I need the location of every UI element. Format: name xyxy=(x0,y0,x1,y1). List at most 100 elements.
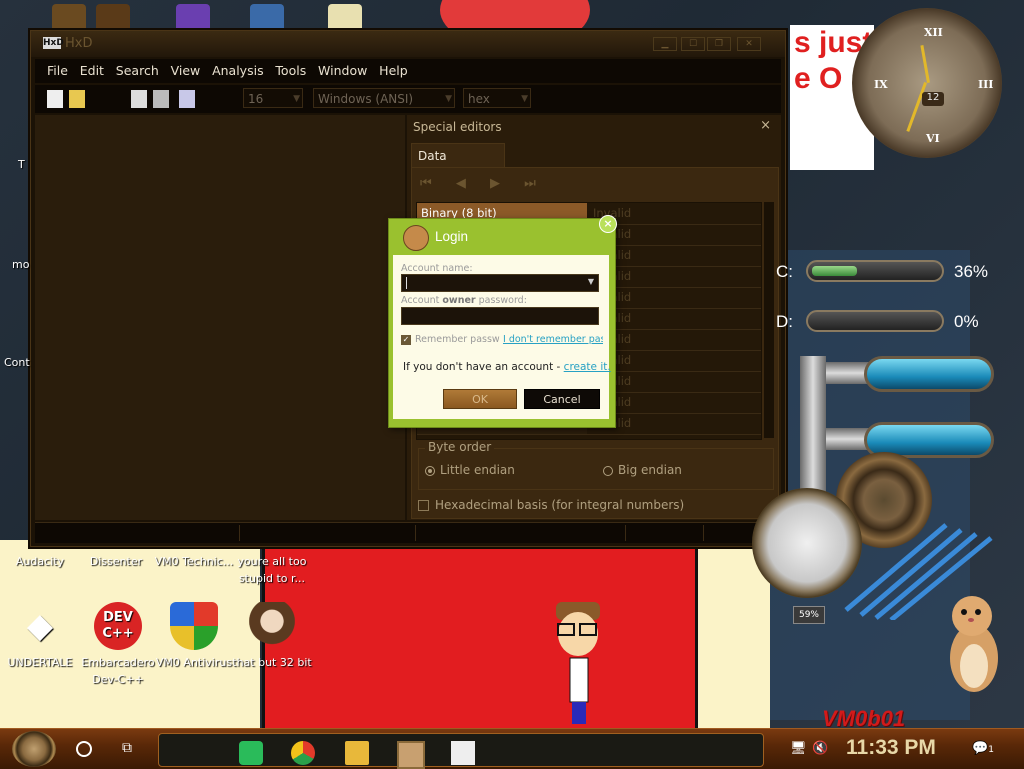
forgot-password-link[interactable]: I don't remember pas xyxy=(503,334,603,345)
account-name-label: Account name: xyxy=(401,263,473,274)
password-label-bold: owner xyxy=(442,295,476,306)
desktop-icon-vm0-antivirus[interactable]: VM0 Antivirus xyxy=(154,602,234,671)
cancel-button[interactable]: Cancel xyxy=(524,389,600,409)
copy-icon[interactable] xyxy=(131,90,147,108)
close-icon[interactable]: × xyxy=(760,118,771,133)
folder-icon[interactable] xyxy=(345,741,369,765)
chevron-down-icon[interactable]: ▼ xyxy=(588,277,594,286)
offset-base-select[interactable]: hex ▼ xyxy=(463,88,531,108)
login-form: Account name: ▼ Account owner password: … xyxy=(393,255,611,419)
menu-view[interactable]: View xyxy=(167,59,205,78)
minimize-button[interactable]: ▁ xyxy=(653,37,677,51)
clock-minute-hand xyxy=(906,81,927,132)
ok-button[interactable]: OK xyxy=(443,389,517,409)
little-endian-radio[interactable]: Little endian xyxy=(425,463,515,477)
drive-c-percent: 36% xyxy=(954,262,989,281)
navigation-buttons[interactable]: ⏮ ◀ ▶ ⏭ xyxy=(420,176,546,194)
taskbar-clock[interactable]: 11:33 PM xyxy=(846,736,936,760)
taskbar-apps xyxy=(158,733,764,769)
desktop-icon-dissenter[interactable]: Dissenter xyxy=(76,553,156,570)
clock-numeral: IX xyxy=(874,78,888,91)
notification-count: 1 xyxy=(988,745,994,755)
hamster-icon xyxy=(403,225,429,251)
desktop-icon-youre-all-too-stupid[interactable]: youre all too stupid to r... xyxy=(232,553,312,587)
restore-button[interactable]: ❐ xyxy=(707,37,731,51)
toolbar: 16 ▼ Windows (ANSI) ▼ hex ▼ xyxy=(35,85,781,113)
start-button[interactable] xyxy=(12,731,56,767)
top-desktop-icon-clock[interactable] xyxy=(52,4,86,32)
remember-label: Remember passw xyxy=(415,334,500,345)
status-bar xyxy=(35,522,781,543)
hxd-taskbar-icon[interactable] xyxy=(451,741,475,765)
title-bar[interactable]: HxD HxD ▁ ☐ ❐ ✕ xyxy=(31,31,785,57)
menu-bar: File Edit Search View Analysis Tools Win… xyxy=(35,59,781,83)
radio-icon xyxy=(603,465,613,476)
checkbox-icon xyxy=(418,500,429,511)
menu-tools[interactable]: Tools xyxy=(271,59,310,78)
drive-c-fill xyxy=(812,266,857,276)
password-label: Account owner password: xyxy=(401,295,527,306)
hamster-app-icon[interactable] xyxy=(397,741,425,769)
chrome-icon[interactable] xyxy=(291,741,315,765)
radio-selected-icon xyxy=(425,465,435,476)
menu-search[interactable]: Search xyxy=(112,59,163,78)
cartoon-character xyxy=(556,602,600,724)
hex-basis-checkbox[interactable]: Hexadecimal basis (for integral numbers) xyxy=(418,498,684,512)
status-separator xyxy=(703,525,704,541)
disk-icon[interactable] xyxy=(153,90,169,108)
password-label-pre: Account xyxy=(401,295,443,306)
menu-help[interactable]: Help xyxy=(375,59,412,78)
drive-c-gauge xyxy=(806,260,944,282)
close-button[interactable]: ✕ xyxy=(737,37,761,51)
top-desktop-icon-visual-studio[interactable] xyxy=(176,4,210,32)
top-desktop-icon-gear[interactable] xyxy=(96,4,130,32)
desktop-icon-undertale[interactable]: ◆ UNDERTALE xyxy=(0,602,80,671)
desktop-icon-audacity[interactable]: Audacity xyxy=(0,553,80,570)
data-inspector-scrollbar[interactable] xyxy=(764,202,774,438)
notes-app-icon[interactable] xyxy=(239,741,263,765)
login-dialog: Login × Account name: ▼ Account owner pa… xyxy=(388,215,617,428)
maximize-button[interactable]: ☐ xyxy=(681,37,705,51)
account-name-field[interactable]: ▼ xyxy=(401,274,599,292)
clock-numeral: III xyxy=(978,78,994,91)
desktop-icon-vm0-technic[interactable]: VM0 Technic... xyxy=(154,553,234,570)
desktop-icon-dev-cpp[interactable]: DEV C++ Embarcadero Dev-C++ xyxy=(78,602,158,688)
new-file-icon[interactable] xyxy=(47,90,63,108)
menu-file[interactable]: File xyxy=(43,59,72,78)
status-separator xyxy=(239,525,240,541)
charset-select[interactable]: Windows (ANSI) ▼ xyxy=(313,88,455,108)
top-desktop-icon-hxd[interactable] xyxy=(328,4,362,32)
menu-edit[interactable]: Edit xyxy=(76,59,108,78)
bytes-per-row-value: 16 xyxy=(248,92,264,106)
task-view-icon[interactable]: ⧉ xyxy=(122,741,138,755)
volume-muted-icon[interactable]: 🔇 xyxy=(812,741,828,756)
bytes-per-row-select[interactable]: 16 ▼ xyxy=(243,88,303,108)
clock-digit: 12 xyxy=(922,92,944,106)
search-icon[interactable] xyxy=(76,741,92,757)
notification-icon[interactable]: 💬1 xyxy=(972,741,994,756)
password-field[interactable] xyxy=(401,307,599,325)
save-icon[interactable] xyxy=(179,90,195,108)
menu-analysis[interactable]: Analysis xyxy=(208,59,268,78)
open-folder-icon[interactable] xyxy=(69,90,85,108)
special-editors-title: Special editors xyxy=(413,120,502,134)
menu-window[interactable]: Window xyxy=(314,59,371,78)
desktop-icon-label: youre all too stupid to r... xyxy=(237,555,307,585)
big-endian-radio[interactable]: Big endian xyxy=(603,463,682,477)
wallpaper-red-figure xyxy=(262,520,698,740)
side-label-cont: Cont xyxy=(4,356,30,369)
desktop-icon-that-but-32-bit[interactable]: that but 32 bit xyxy=(232,602,312,671)
close-icon[interactable]: × xyxy=(599,215,617,233)
remember-password-checkbox[interactable]: ✓ Remember passw xyxy=(401,334,500,345)
steam-pipe xyxy=(800,356,826,496)
blue-cylinder xyxy=(864,356,994,392)
top-desktop-icon-box[interactable] xyxy=(250,4,284,32)
tab-data-inspector[interactable]: Data inspector xyxy=(411,143,505,187)
gauge-readout: 59% xyxy=(793,606,825,624)
clock-numeral: XII xyxy=(924,26,943,39)
hex-editor-area[interactable] xyxy=(35,115,405,520)
network-icon[interactable]: 🖥 xyxy=(790,741,807,756)
password-label-post: password: xyxy=(475,295,527,306)
create-account-link[interactable]: create it. xyxy=(564,361,611,373)
login-title: Login xyxy=(435,229,469,244)
